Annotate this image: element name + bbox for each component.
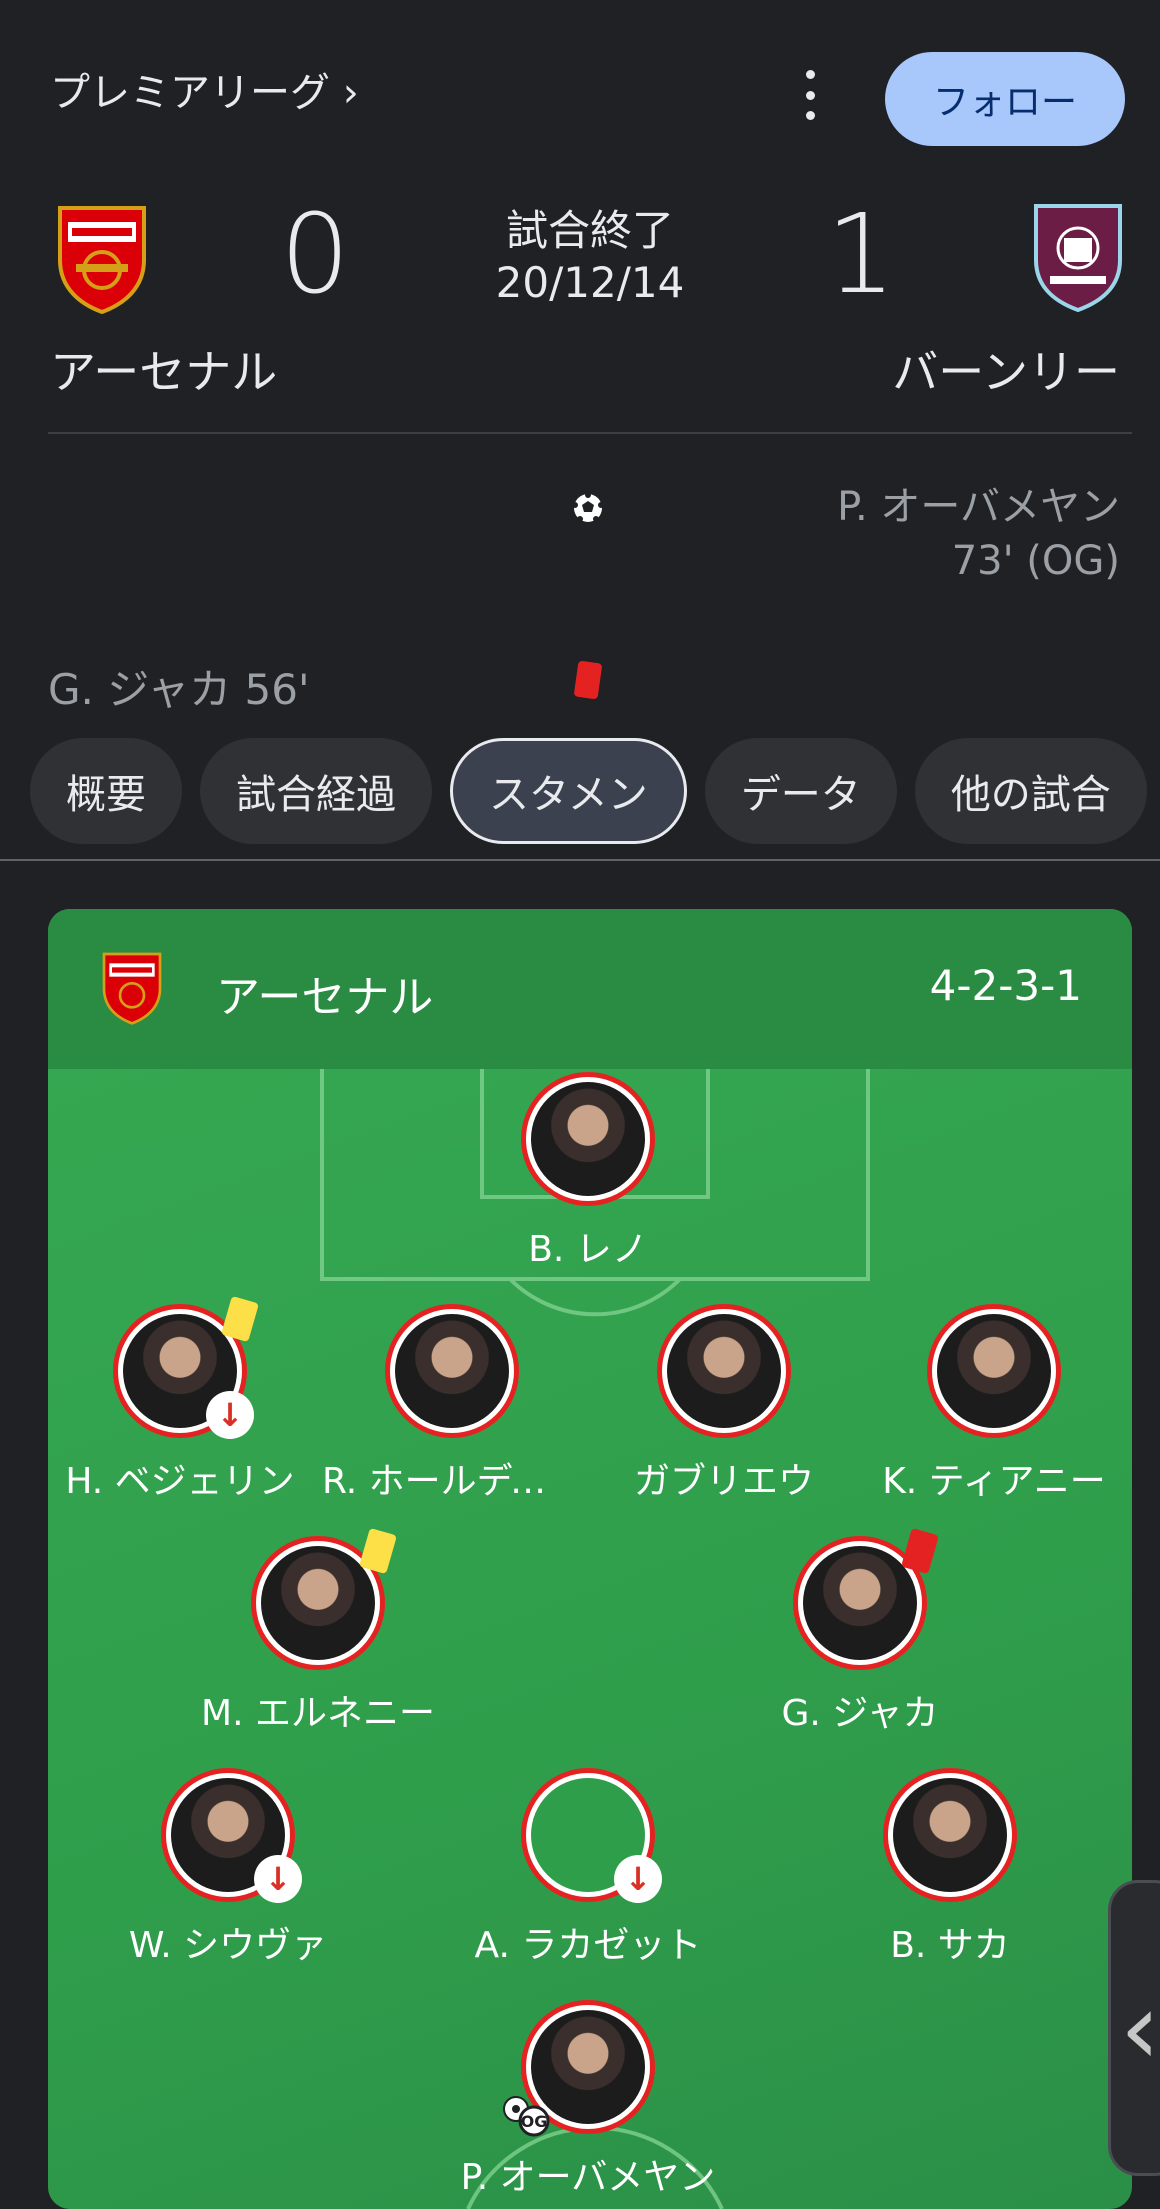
home-score: 0 bbox=[280, 190, 350, 318]
formation: 4-2-3-1 bbox=[929, 961, 1082, 1010]
substitution-out-icon: ↓ bbox=[254, 1855, 302, 1903]
tab-bar: 概要 試合経過 スタメン データ 他の試合 bbox=[30, 738, 1147, 844]
red-card-icon bbox=[574, 661, 602, 699]
away-score: 1 bbox=[826, 190, 896, 318]
player-st[interactable]: OG P. オーバメヤン bbox=[458, 2000, 718, 2200]
league-link[interactable]: プレミアリーグ › bbox=[50, 60, 359, 118]
player-name: A. ラカゼット bbox=[474, 1925, 702, 1966]
burnley-crest-icon bbox=[1034, 204, 1122, 312]
player-name: ガブリエウ bbox=[633, 1461, 814, 1502]
player-photo: ↓ bbox=[161, 1768, 302, 1903]
player-dm1[interactable]: M. エルネニー bbox=[188, 1527, 448, 1736]
player-photo bbox=[521, 1072, 655, 1206]
soccer-ball-icon bbox=[572, 492, 604, 522]
tab-lineup[interactable]: スタメン bbox=[450, 738, 687, 844]
away-goal-event: P. オーバメヤン 73' (OG) bbox=[837, 484, 1120, 584]
player-photo: ↓ bbox=[113, 1295, 259, 1439]
divider bbox=[48, 432, 1132, 434]
player-photo bbox=[883, 1768, 1017, 1902]
player-photo: OG bbox=[503, 2000, 655, 2137]
tab-stats[interactable]: データ bbox=[704, 738, 897, 844]
player-photo bbox=[927, 1304, 1061, 1438]
player-photo bbox=[657, 1304, 791, 1438]
substitution-out-icon: ↓ bbox=[206, 1391, 254, 1439]
more-options-icon[interactable] bbox=[795, 70, 825, 120]
divider bbox=[0, 859, 1160, 861]
player-photo bbox=[793, 1527, 939, 1670]
player-gk[interactable]: B. レノ bbox=[458, 1072, 718, 1272]
status-text: 試合終了 bbox=[505, 206, 674, 255]
tab-timeline[interactable]: 試合経過 bbox=[200, 738, 432, 844]
lineup-team-name: アーセナル bbox=[216, 972, 434, 1023]
player-rb[interactable]: ↓ H. ベジェリン bbox=[50, 1295, 310, 1504]
player-name: B. レノ bbox=[528, 1229, 648, 1270]
player-name: G. ジャカ bbox=[781, 1693, 939, 1734]
player-name: W. シウヴァ bbox=[128, 1925, 328, 1966]
player-am[interactable]: ↓ A. ラカゼット bbox=[458, 1768, 718, 1968]
arsenal-crest-icon bbox=[102, 952, 162, 1025]
svg-text:OG: OG bbox=[521, 2112, 548, 2131]
player-lw[interactable]: B. サカ bbox=[820, 1768, 1080, 1968]
player-photo: ↓ bbox=[521, 1768, 662, 1903]
arsenal-crest-icon bbox=[58, 206, 146, 314]
player-cb1[interactable]: R. ホールディ… bbox=[322, 1304, 582, 1504]
player-cb2[interactable]: ガブリエウ bbox=[594, 1304, 854, 1504]
own-goal-icon: OG bbox=[503, 2096, 550, 2137]
player-photo bbox=[385, 1304, 519, 1438]
player-name: P. オーバメヤン bbox=[460, 2157, 716, 2198]
player-name: M. エルネニー bbox=[201, 1693, 435, 1734]
player-name: K. ティアニー bbox=[882, 1461, 1106, 1502]
player-lb[interactable]: K. ティアニー bbox=[864, 1304, 1124, 1504]
home-team-name[interactable]: アーセナル bbox=[50, 336, 277, 402]
player-photo bbox=[251, 1527, 397, 1670]
away-team-name[interactable]: バーンリー bbox=[892, 336, 1120, 402]
player-rw[interactable]: ↓ W. シウヴァ bbox=[98, 1768, 358, 1968]
home-card-event: G. ジャカ 56' bbox=[48, 665, 310, 714]
match-date: 20/12/14 bbox=[495, 258, 685, 307]
player-name: B. サカ bbox=[890, 1925, 1010, 1966]
player-dm2[interactable]: G. ジャカ bbox=[730, 1527, 990, 1736]
chevron-left-icon[interactable]: ‹ bbox=[1120, 1970, 1160, 2087]
player-name: H. ベジェリン bbox=[65, 1461, 295, 1502]
tab-other-matches[interactable]: 他の試合 bbox=[914, 738, 1147, 844]
follow-button[interactable]: フォロー bbox=[885, 52, 1125, 146]
match-status: 試合終了 20/12/14 bbox=[440, 205, 740, 309]
tab-overview[interactable]: 概要 bbox=[30, 738, 182, 844]
substitution-out-icon: ↓ bbox=[614, 1855, 662, 1903]
player-name: R. ホールディ… bbox=[322, 1461, 582, 1502]
